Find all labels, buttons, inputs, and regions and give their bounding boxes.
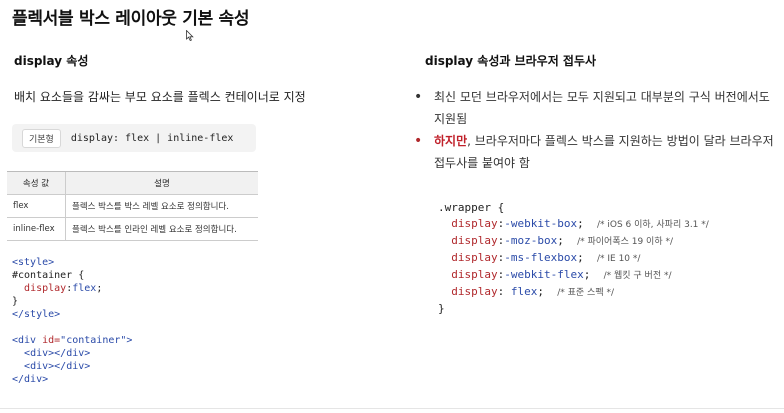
code-value: -moz-box — [504, 234, 558, 247]
mouse-cursor-icon — [186, 30, 194, 41]
code-id-attr: id= — [42, 335, 61, 346]
highlight-text: 하지만 — [434, 134, 468, 148]
table-row: flex 플렉스 박스를 박스 레벨 요소로 정의합니다. — [7, 194, 258, 218]
display-description: 배치 요소들을 감싸는 부모 요소를 플렉스 컨테이너로 지정 — [14, 90, 306, 104]
code-comment: /* iOS 6 이하, 사파리 3.1 */ — [596, 220, 709, 230]
code-selector: #container { — [12, 270, 85, 281]
code-div-close: </div> — [12, 374, 49, 385]
css-code-example: <style> #container { display:flex; } </s… — [12, 257, 103, 320]
code-value: -webkit-box — [504, 217, 578, 230]
table-cell-value: flex — [7, 194, 66, 218]
code-value: flex — [72, 283, 97, 294]
code-property: display — [451, 217, 498, 230]
bullet-text: , 브라우저마다 플렉스 박스를 지원하는 방법이 달라 브라우저 접두사를 붙… — [434, 134, 774, 170]
code-comment: /* 파이어폭스 19 이하 */ — [577, 237, 674, 247]
code-value: flex — [504, 285, 538, 298]
property-values-table: 속성 값 설명 flex 플렉스 박스를 박스 레벨 요소로 정의합니다. in… — [7, 171, 258, 241]
code-child-div: <div></div> — [24, 348, 91, 359]
header-value: 속성 값 — [7, 171, 66, 195]
browser-support-list: • 최신 모던 브라우저에서는 모두 지원되고 대부분의 구식 버전에서도 지원… — [414, 86, 774, 174]
table-header-row: 속성 값 설명 — [7, 171, 258, 195]
code-comment: /* IE 10 */ — [596, 254, 641, 264]
page-title: 플렉서블 박스 레이아웃 기본 속성 — [12, 9, 250, 29]
syntax-box: 기본형 display: flex | inline-flex — [12, 124, 256, 152]
code-property: display — [451, 285, 498, 298]
html-code-example: <div id="container"> <div></div> <div></… — [12, 334, 132, 386]
code-selector: .wrapper { — [438, 201, 505, 214]
list-item: • 최신 모던 브라우저에서는 모두 지원되고 대부분의 구식 버전에서도 지원… — [414, 86, 774, 130]
code-property: display — [451, 234, 498, 247]
code-close-brace: } — [12, 296, 19, 307]
code-value: -ms-flexbox — [504, 251, 578, 264]
divider — [0, 408, 784, 409]
bullet-icon: • — [414, 133, 423, 149]
code-property: display — [24, 283, 67, 294]
code-close-brace: } — [438, 302, 445, 315]
code-property: display — [451, 268, 498, 281]
code-comment: /* 웹킷 구 버전 */ — [603, 271, 672, 281]
code-comment: /* 표준 스펙 */ — [557, 288, 615, 298]
table-cell-description: 플렉스 박스를 인라인 레벨 요소로 정의합니다. — [65, 217, 258, 241]
code-style-open: <style> — [12, 257, 55, 268]
code-value: -webkit-flex — [504, 268, 584, 281]
bullet-text: 최신 모던 브라우저에서는 모두 지원되고 대부분의 구식 버전에서도 지원됨 — [434, 90, 770, 126]
code-id-value: "container" — [60, 335, 127, 346]
code-div-open: <div — [12, 335, 43, 346]
code-style-close: </style> — [12, 309, 61, 320]
list-item: • 하지만, 브라우저마다 플렉스 박스를 지원하는 방법이 달라 브라우저 접… — [414, 130, 774, 174]
syntax-tag-label: 기본형 — [22, 128, 61, 148]
table-cell-value: inline-flex — [7, 217, 66, 241]
code-child-div: <div></div> — [24, 361, 91, 372]
bullet-icon: • — [414, 89, 423, 105]
browser-prefix-heading: display 속성과 브라우저 접두사 — [425, 54, 597, 68]
code-div-open-end: > — [126, 335, 133, 346]
prefix-code-example: .wrapper { display:-webkit-box; /* iOS 6… — [438, 201, 709, 315]
table-row: inline-flex 플렉스 박스를 인라인 레벨 요소로 정의합니다. — [7, 217, 258, 241]
syntax-code: display: flex | inline-flex — [70, 132, 234, 144]
code-property: display — [451, 251, 498, 264]
table-cell-description: 플렉스 박스를 박스 레벨 요소로 정의합니다. — [65, 194, 258, 218]
display-property-heading: display 속성 — [14, 54, 89, 68]
header-description: 설명 — [65, 171, 258, 195]
